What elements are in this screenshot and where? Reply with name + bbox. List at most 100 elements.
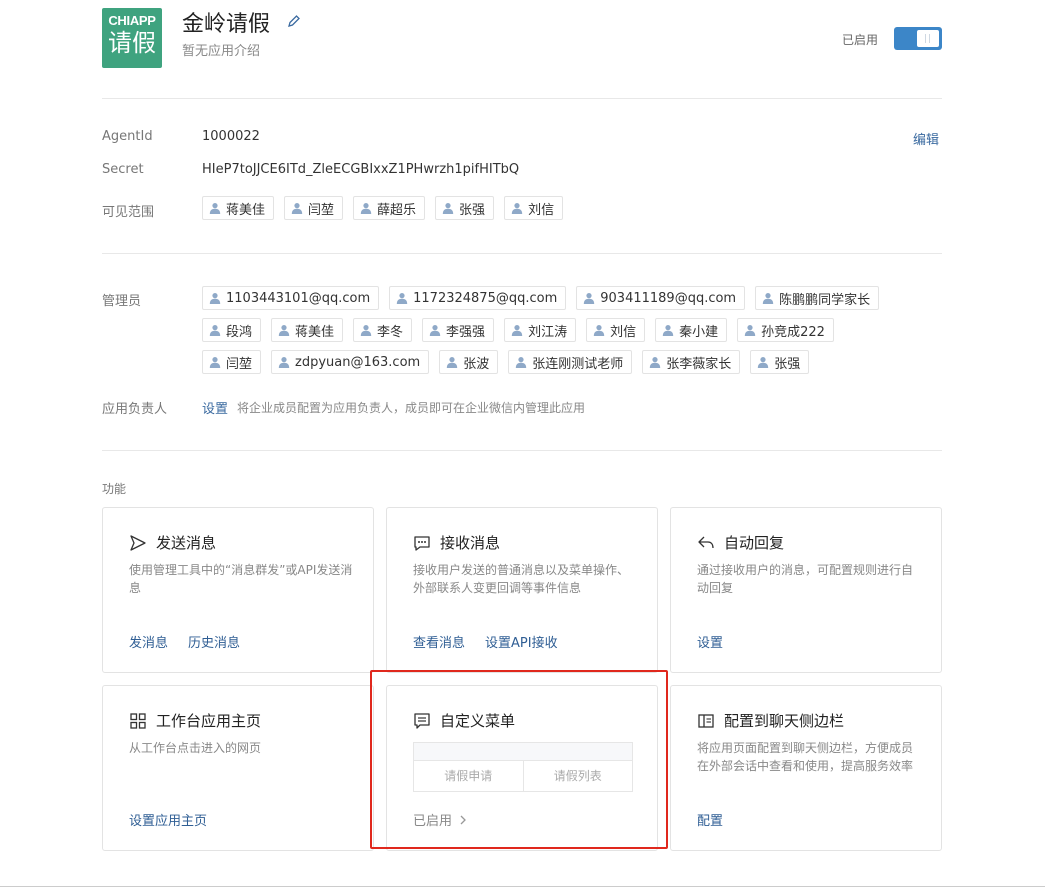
menu-status[interactable]: 已启用 <box>413 810 468 829</box>
card-title: 发送消息 <box>129 532 216 553</box>
edit-link[interactable]: 编辑 <box>913 129 939 148</box>
card-title: 工作台应用主页 <box>129 710 261 731</box>
member-chip[interactable]: 刘江涛 <box>504 318 577 342</box>
member-name: 薛超乐 <box>377 202 417 218</box>
agentid-value: 1000022 <box>202 129 260 144</box>
member-name: 刘江涛 <box>528 324 568 340</box>
menu-preview: 请假申请 请假列表 <box>413 742 633 792</box>
functions-label: 功能 <box>102 482 127 496</box>
person-icon <box>447 357 458 368</box>
view-messages-link[interactable]: 查看消息 <box>413 632 465 651</box>
divider <box>102 98 942 99</box>
member-chip[interactable]: 蒋美佳 <box>202 196 275 220</box>
person-icon <box>360 203 372 214</box>
card-title-text: 配置到聊天侧边栏 <box>724 712 845 730</box>
person-icon <box>662 325 674 336</box>
chip-row: 闫堃 zdpyuan@163.com 张波 张连刚测试老师 张李薇家长 张强 <box>202 350 902 374</box>
admin-label: 管理员 <box>102 294 142 309</box>
member-chip[interactable]: 李强强 <box>422 318 495 342</box>
person-icon <box>396 293 408 304</box>
card-title-text: 工作台应用主页 <box>156 712 262 730</box>
person-icon <box>278 325 290 336</box>
send-icon <box>130 534 146 551</box>
person-icon <box>758 357 769 368</box>
card-title-text: 发送消息 <box>156 534 217 552</box>
app-logo-top-text: CHIAPP <box>108 13 156 28</box>
member-chip[interactable]: 蒋美佳 <box>271 318 344 342</box>
member-name: 蒋美佳 <box>226 202 266 218</box>
member-chip[interactable]: 秦小建 <box>655 318 728 342</box>
configure-link[interactable]: 配置 <box>697 810 723 829</box>
person-icon <box>209 325 221 336</box>
member-chip[interactable]: 刘信 <box>586 318 646 342</box>
member-chip[interactable]: 闫堃 <box>202 350 262 374</box>
member-chip[interactable]: 段鸿 <box>202 318 262 342</box>
member-chip[interactable]: 1172324875@qq.com <box>389 286 567 310</box>
person-icon <box>209 293 221 304</box>
person-icon <box>442 203 454 214</box>
member-name: 孙竞成222 <box>761 324 825 340</box>
app-description: 暂无应用介绍 <box>182 44 261 59</box>
menu-preview-bar <box>414 743 632 761</box>
send-message-link[interactable]: 发消息 <box>129 632 168 651</box>
app-logo: CHIAPP 请假 <box>102 8 162 68</box>
person-icon <box>511 203 523 214</box>
grid-icon <box>130 712 146 729</box>
history-message-link[interactable]: 历史消息 <box>188 632 240 651</box>
card-title-text: 自定义菜单 <box>440 712 516 730</box>
auto-reply-settings-link[interactable]: 设置 <box>697 632 723 651</box>
member-name: 1103443101@qq.com <box>226 290 371 306</box>
status-label: 已启用 <box>842 33 879 47</box>
card-description: 从工作台点击进入的网页 <box>129 741 262 755</box>
person-icon <box>360 325 372 336</box>
member-chip[interactable]: 张波 <box>439 350 499 374</box>
enable-toggle[interactable] <box>894 27 942 50</box>
member-chip[interactable]: 薛超乐 <box>353 196 426 220</box>
person-icon <box>209 357 221 368</box>
member-chip[interactable]: 张强 <box>750 350 810 374</box>
member-chip[interactable]: 张李薇家长 <box>642 350 741 374</box>
app-logo-bottom-text: 请假 <box>108 29 156 57</box>
admin-list: 1103443101@qq.com 1172324875@qq.com 903411… <box>202 286 902 382</box>
menu-icon <box>414 712 430 729</box>
secret-value: HIeP7toJJCE6ITd_ZleECGBIxxZ1PHwrzh1pifHI… <box>202 162 520 177</box>
person-icon <box>762 293 774 304</box>
chip-row: 蒋美佳 闫堃 薛超乐 张强 刘信 <box>202 196 902 220</box>
member-chip[interactable]: 903411189@qq.com <box>576 286 746 310</box>
member-chip[interactable]: zdpyuan@163.com <box>271 350 430 374</box>
member-chip[interactable]: 张连刚测试老师 <box>508 350 633 374</box>
member-chip[interactable]: 闫堃 <box>284 196 344 220</box>
member-name: 1172324875@qq.com <box>413 290 558 306</box>
pencil-icon[interactable] <box>287 14 301 28</box>
member-name: 刘信 <box>610 324 637 340</box>
reply-arrow-icon <box>698 536 714 548</box>
owner-set-link[interactable]: 设置 <box>202 398 228 417</box>
member-chip[interactable]: 孙竞成222 <box>737 318 834 342</box>
card-title: 接收消息 <box>413 532 500 553</box>
member-chip[interactable]: 刘信 <box>504 196 564 220</box>
card-description: 将应用页面配置到聊天侧边栏，方便成员在外部会话中查看和使用，提高服务效率 <box>697 741 914 773</box>
member-name: 秦小建 <box>679 324 719 340</box>
visible-range-label: 可见范围 <box>102 205 155 220</box>
chat-sidebar-card: 配置到聊天侧边栏 将应用页面配置到聊天侧边栏，方便成员在外部会话中查看和使用，提… <box>670 685 942 851</box>
member-chip[interactable]: 陈鹏鹏同学家长 <box>755 286 880 310</box>
set-api-receive-link[interactable]: 设置API接收 <box>485 632 558 651</box>
member-name: 刘信 <box>528 202 555 218</box>
person-icon <box>650 357 661 368</box>
receive-message-card: 接收消息 接收用户发送的普通消息以及菜单操作、外部联系人变更回调等事件信息 查看… <box>386 507 658 673</box>
auto-reply-card: 自动回复 通过接收用户的消息，可配置规则进行自动回复 设置 <box>670 507 942 673</box>
set-homepage-link[interactable]: 设置应用主页 <box>129 810 207 829</box>
member-name: 闫堃 <box>308 202 335 218</box>
send-message-card: 发送消息 使用管理工具中的“消息群发”或API发送消息 发消息 历史消息 <box>102 507 374 673</box>
toggle-knob <box>917 30 939 47</box>
custom-menu-card[interactable]: 自定义菜单 请假申请 请假列表 已启用 <box>386 685 658 851</box>
sidebar-icon <box>698 713 714 728</box>
member-name: 张李薇家长 <box>666 356 732 372</box>
card-title: 配置到聊天侧边栏 <box>697 710 844 731</box>
member-chip[interactable]: 1103443101@qq.com <box>202 286 380 310</box>
member-chip[interactable]: 张强 <box>435 196 495 220</box>
card-description: 接收用户发送的普通消息以及菜单操作、外部联系人变更回调等事件信息 <box>413 563 630 595</box>
member-chip[interactable]: 李冬 <box>353 318 413 342</box>
person-icon <box>291 203 303 214</box>
person-icon <box>744 325 756 336</box>
